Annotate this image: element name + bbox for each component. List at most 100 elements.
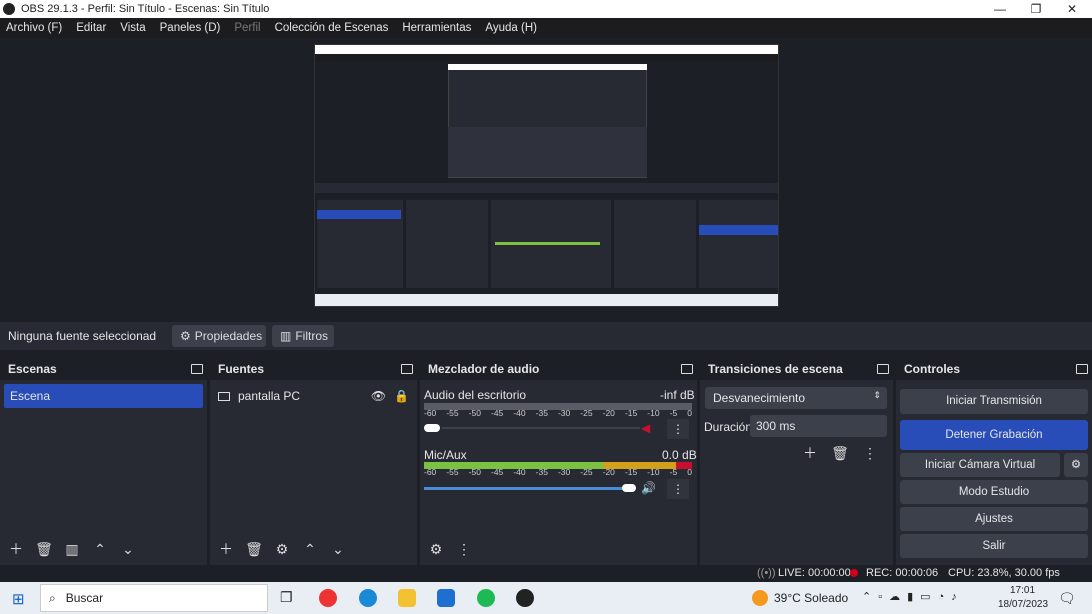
float-icon[interactable] [191, 364, 203, 374]
properties-button[interactable]: ⚙ Propiedades [172, 325, 266, 347]
advanced-audio-icon[interactable]: ⚙ [426, 539, 446, 559]
up-icon[interactable]: ⌃ [90, 539, 110, 559]
trash-icon[interactable]: 🗑 [244, 539, 264, 559]
menu-bar: Archivo (F) Editar Vista Paneles (D) Per… [0, 18, 1092, 38]
channel-menu-button[interactable]: ⋮ [667, 479, 689, 499]
obs-logo-icon [3, 3, 15, 15]
more-icon[interactable]: ⋮ [454, 539, 474, 559]
search-box[interactable]: ⌕ Buscar [40, 584, 268, 612]
filter-icon: ▥ [280, 329, 292, 343]
filters-label: Filtros [295, 329, 329, 343]
add-icon[interactable]: ＋ [800, 443, 820, 463]
meter-tick: -30 [557, 467, 571, 477]
sources-title: Fuentes [218, 362, 265, 376]
maximize-button[interactable]: ❐ [1018, 0, 1054, 18]
filters-button[interactable]: ▥ Filtros [272, 325, 334, 347]
menu-perfil[interactable]: Perfil [234, 22, 260, 34]
meter-tick: -50 [468, 467, 481, 477]
chrome-icon[interactable] [319, 589, 337, 607]
minimize-button[interactable]: — [982, 0, 1018, 18]
channel-name: Mic/Aux [424, 448, 467, 462]
menu-ayuda[interactable]: Ayuda (H) [485, 22, 537, 34]
mail-icon[interactable] [437, 589, 455, 607]
clock-date[interactable]: 18/07/2023 [998, 599, 1048, 610]
float-icon[interactable] [877, 364, 889, 374]
studio-mode-button[interactable]: Modo Estudio [900, 480, 1088, 504]
obs-icon[interactable] [516, 589, 534, 607]
eye-icon[interactable]: 👁 [371, 389, 386, 403]
virtual-camera-settings-icon[interactable]: ⚙ [1064, 453, 1088, 477]
search-label: Buscar [65, 591, 104, 605]
volume-slider-handle[interactable] [622, 484, 636, 492]
up-icon[interactable]: ⌃ [300, 539, 320, 559]
menu-vista[interactable]: Vista [120, 22, 145, 34]
menu-herramientas[interactable]: Herramientas [402, 22, 471, 34]
meter-tick: -25 [580, 467, 593, 477]
meter-tick: -10 [647, 467, 660, 477]
meter-tick: -10 [647, 408, 660, 418]
filter-icon[interactable]: ▥ [62, 539, 82, 559]
source-item[interactable]: pantalla PC 👁 🔒 [218, 386, 409, 406]
notifications-icon[interactable]: 🗨 [1058, 590, 1076, 607]
down-icon[interactable]: ⌄ [328, 539, 348, 559]
controls-title: Controles [904, 362, 961, 376]
float-icon[interactable] [401, 364, 413, 374]
search-icon: ⌕ [49, 591, 56, 605]
down-icon[interactable]: ⌄ [118, 539, 138, 559]
volume-slider[interactable] [442, 427, 640, 429]
spotify-icon[interactable] [477, 589, 495, 607]
mixer-title: Mezclador de audio [428, 362, 540, 376]
duration-input[interactable]: 300 ms [750, 415, 887, 437]
preview-canvas[interactable] [314, 44, 779, 307]
start-streaming-button[interactable]: Iniciar Transmisión [900, 389, 1088, 414]
menu-archivo[interactable]: Archivo (F) [6, 22, 62, 34]
transition-select[interactable]: Desvanecimiento ⇕ [705, 387, 887, 409]
add-icon[interactable]: ＋ [216, 539, 236, 559]
channel-name: Audio del escritorio [424, 388, 527, 402]
duration-value: 300 ms [756, 419, 796, 433]
menu-editar[interactable]: Editar [76, 22, 106, 34]
float-icon[interactable] [681, 364, 693, 374]
tray-icons[interactable]: ⌃▫☁▮▭◔♪ [862, 590, 964, 603]
transitions-dock: Transiciones de escena Desvanecimiento ⇕ … [700, 358, 893, 565]
settings-button[interactable]: Ajustes [900, 507, 1088, 531]
muted-speaker-icon[interactable]: ◀ [641, 421, 650, 435]
task-view-icon[interactable]: ❐ [280, 589, 293, 606]
float-icon[interactable] [1076, 364, 1088, 374]
meter-tick: -60 [424, 467, 437, 477]
weather-text[interactable]: 39°C Soleado [774, 591, 848, 605]
trash-icon[interactable]: 🗑 [830, 443, 850, 463]
volume-slider[interactable] [424, 487, 624, 490]
scene-item[interactable]: Escena [4, 384, 203, 408]
more-icon[interactable]: ⋮ [860, 443, 880, 463]
meter-tick: -5 [669, 467, 678, 477]
meter-tick: -35 [535, 408, 548, 418]
channel-level: 0.0 dB [662, 448, 697, 462]
menu-paneles[interactable]: Paneles (D) [160, 22, 221, 34]
menu-coleccion[interactable]: Colección de Escenas [275, 22, 389, 34]
edge-icon[interactable] [359, 589, 377, 607]
file-explorer-icon[interactable] [398, 589, 416, 607]
gear-icon[interactable]: ⚙ [272, 539, 292, 559]
add-icon[interactable]: ＋ [6, 539, 26, 559]
volume-slider-handle[interactable] [424, 424, 440, 432]
channel-level: -inf dB [660, 388, 695, 402]
channel-menu-button[interactable]: ⋮ [667, 419, 689, 439]
source-name: pantalla PC [238, 389, 301, 403]
meter-ticks: -60 -55 -50 -45 -40 -35 -30 -25 -20 -15 -10 -5 0 [424, 408, 692, 418]
scenes-dock: Escenas Escena ＋ 🗑 ▥ ⌃ ⌄ [0, 358, 207, 565]
trash-icon[interactable]: 🗑 [34, 539, 54, 559]
close-button[interactable]: ✕ [1054, 0, 1090, 18]
speaker-icon[interactable]: 🔊 [641, 481, 656, 495]
stop-recording-button[interactable]: Detener Grabación [900, 420, 1088, 450]
live-time: LIVE: 00:00:00 [778, 567, 851, 579]
exit-button[interactable]: Salir [900, 534, 1088, 558]
sources-dock: Fuentes pantalla PC 👁 🔒 ＋ 🗑 ⚙ ⌃ ⌄ [210, 358, 417, 565]
updown-icon: ⇕ [873, 390, 881, 400]
windows-start-icon[interactable]: ⊞ [12, 590, 25, 608]
meter-tick: -15 [624, 467, 638, 477]
clock-time[interactable]: 17:01 [1010, 585, 1035, 596]
start-virtual-camera-button[interactable]: Iniciar Cámara Virtual [900, 453, 1060, 477]
live-icon: ((•)) [757, 567, 776, 579]
lock-icon[interactable]: 🔒 [394, 389, 409, 403]
